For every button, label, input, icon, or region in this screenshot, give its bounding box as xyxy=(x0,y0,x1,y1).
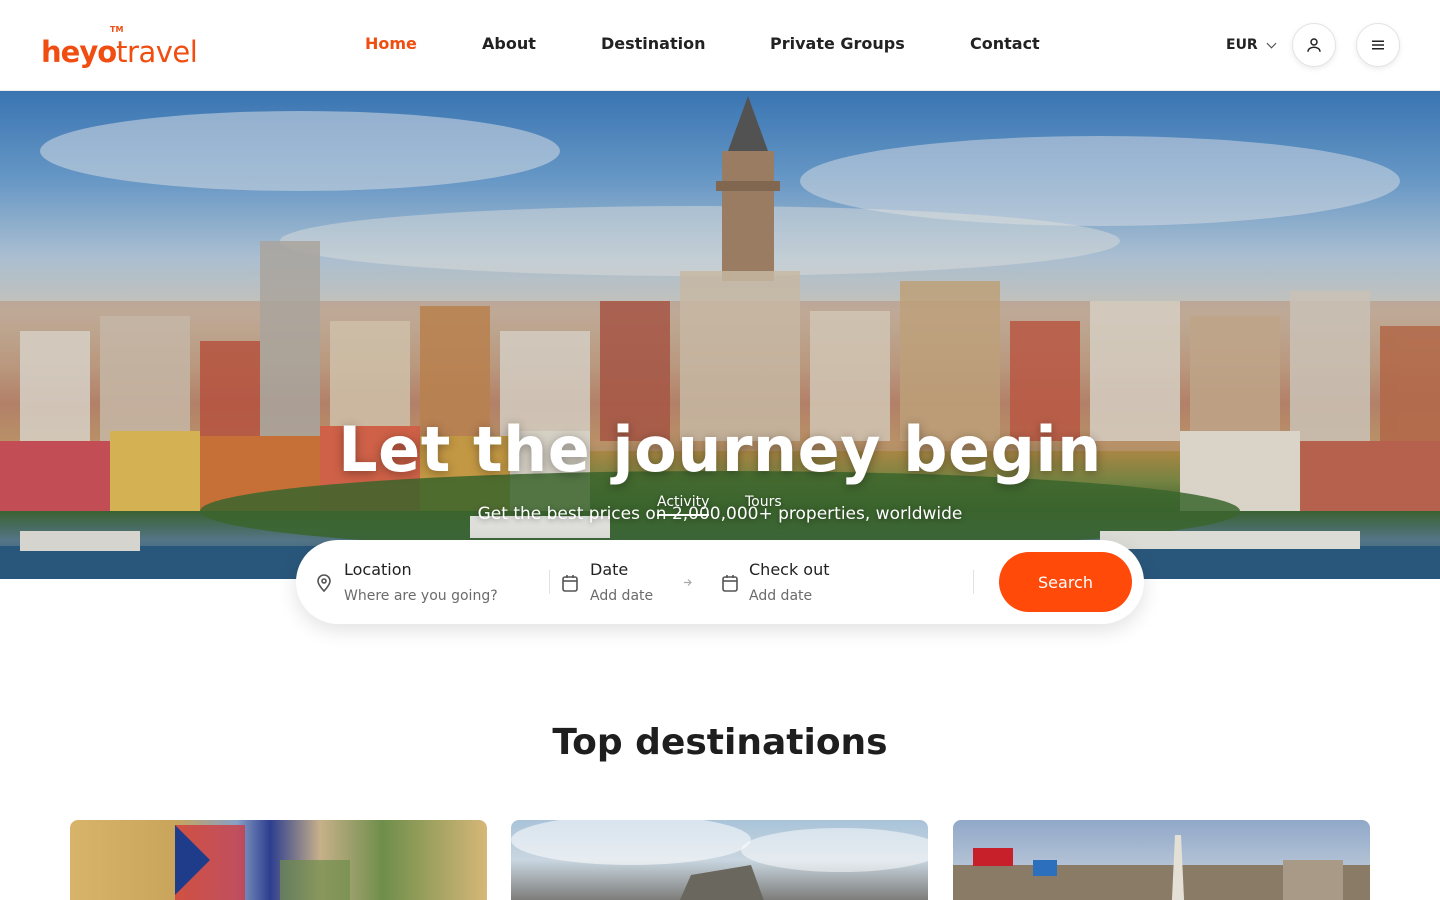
arrow-right-icon xyxy=(684,579,692,586)
hero-title: Let the journey begin xyxy=(338,413,1102,486)
location-placeholder: Where are you going? xyxy=(344,588,498,604)
destination-image xyxy=(511,820,928,900)
user-button[interactable] xyxy=(1292,23,1336,67)
user-icon xyxy=(1307,38,1321,52)
currency-label: EUR xyxy=(1226,37,1258,53)
nav-home[interactable]: Home xyxy=(365,34,417,53)
destination-card[interactable] xyxy=(511,820,928,900)
calendar-icon xyxy=(722,575,738,592)
menu-icon xyxy=(1372,40,1384,50)
location-field[interactable]: Location Where are you going? xyxy=(296,540,546,624)
destination-card[interactable] xyxy=(70,820,487,900)
nav-contact[interactable]: Contact xyxy=(970,34,1040,53)
tab-activity[interactable]: Activity xyxy=(657,494,710,516)
site-header: heyo travel TM Home About Destination Pr… xyxy=(0,0,1440,91)
search-button[interactable]: Search xyxy=(999,552,1132,612)
search-divider xyxy=(973,570,974,594)
destination-card[interactable] xyxy=(953,820,1370,900)
section-title: Top destinations xyxy=(552,722,888,763)
search-divider xyxy=(549,570,550,594)
calendar-icon xyxy=(562,575,578,592)
date-placeholder: Add date xyxy=(590,588,654,604)
checkout-placeholder: Add date xyxy=(749,588,813,604)
logo-trademark: TM xyxy=(110,25,124,34)
search-bar: Location Where are you going? Date Add d… xyxy=(296,540,1144,624)
date-label: Date xyxy=(590,560,629,579)
location-pin-icon xyxy=(317,574,331,592)
nav-destination[interactable]: Destination xyxy=(601,34,706,53)
location-label: Location xyxy=(344,560,412,579)
destination-image xyxy=(175,825,350,900)
logo[interactable]: heyo travel TM xyxy=(41,25,198,69)
destination-image xyxy=(953,835,1370,900)
tab-tours[interactable]: Tours xyxy=(745,494,782,514)
checkout-field[interactable]: Check out Add date xyxy=(716,540,966,624)
nav-about[interactable]: About xyxy=(482,34,536,53)
menu-button[interactable] xyxy=(1356,23,1400,67)
logo-heyo-text: heyo xyxy=(41,35,117,69)
chevron-down-icon xyxy=(1266,38,1277,49)
logo-travel-text: travel xyxy=(116,35,198,69)
checkout-label: Check out xyxy=(749,560,830,579)
search-type-tabs: Activity Tours xyxy=(0,494,1440,518)
nav-private-groups[interactable]: Private Groups xyxy=(770,34,905,53)
currency-selector[interactable]: EUR xyxy=(1226,37,1277,53)
